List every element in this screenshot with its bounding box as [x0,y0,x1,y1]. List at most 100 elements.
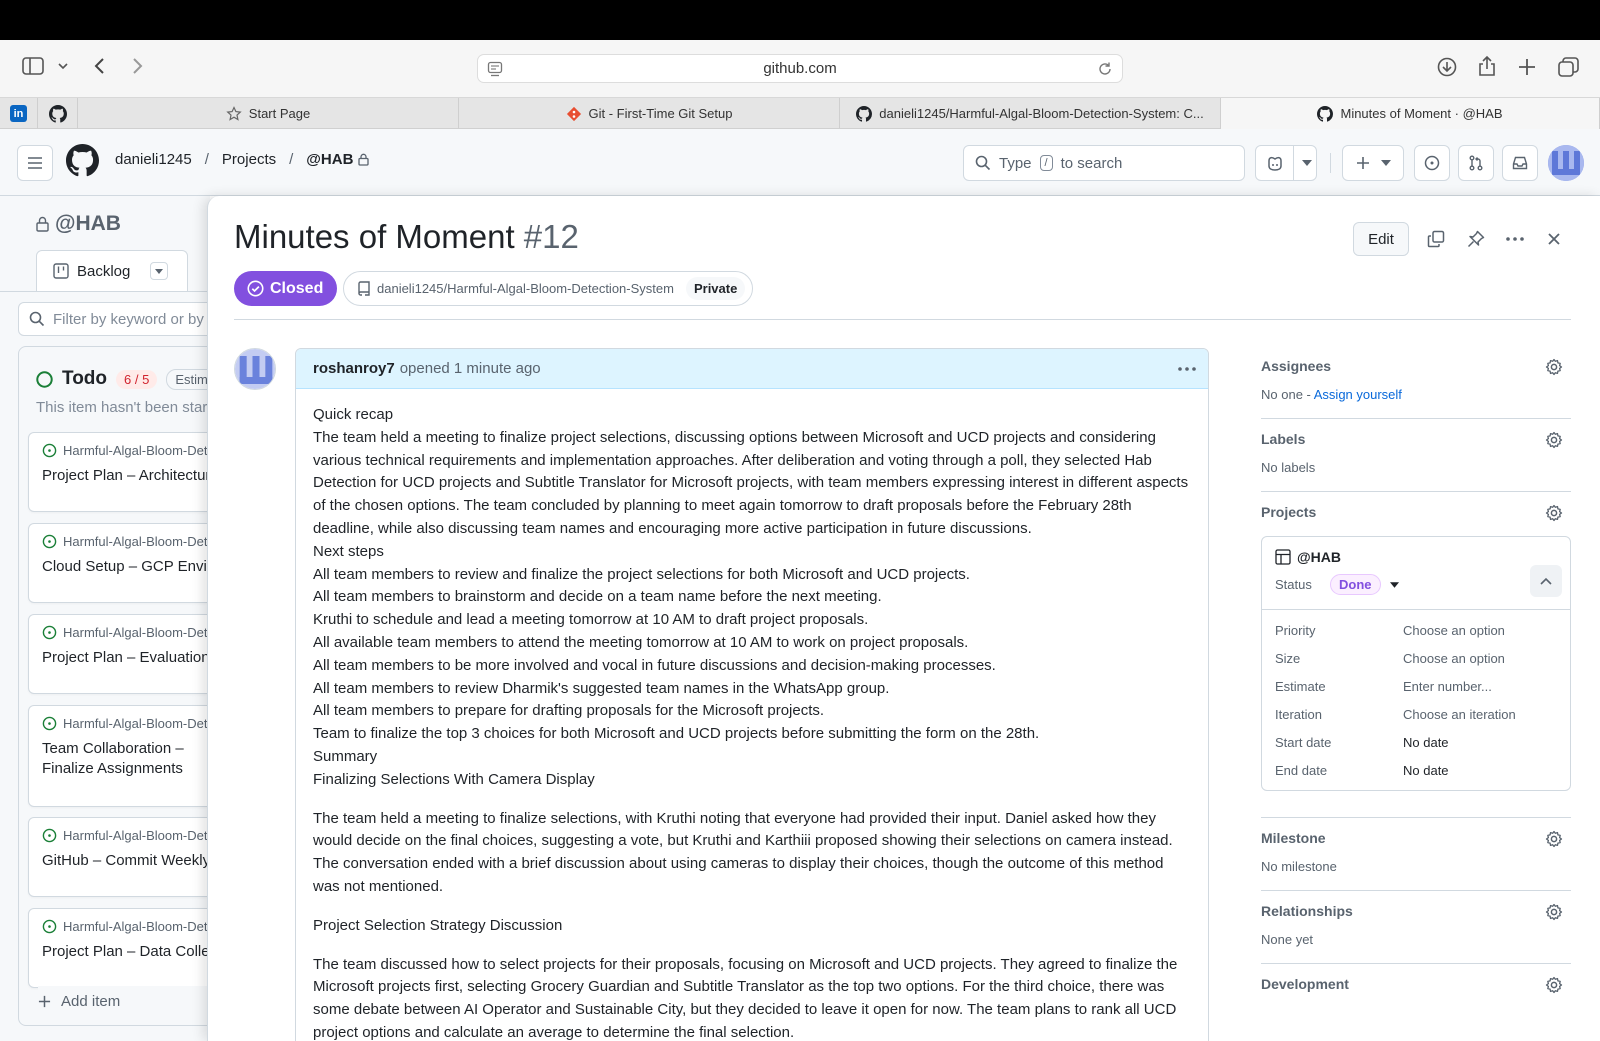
search-slash-key: / [1039,155,1053,171]
labels-section: Labels No labels [1261,419,1571,492]
issue-sidebar: Assignees No one - Assign yourself Label… [1261,346,1571,1008]
body-line: Quick recap [313,406,394,423]
board-card[interactable]: Harmful-Algal-Bloom-Detection-System Tea… [28,705,228,807]
search-icon [29,311,45,327]
field-size[interactable]: Size Choose an option [1262,644,1570,672]
breadcrumb-separator: / [204,151,209,168]
pin-button[interactable] [1459,222,1493,256]
field-key: Iteration [1275,706,1322,722]
triangle-down-icon[interactable] [1389,581,1399,588]
copy-link-button[interactable] [1419,222,1453,256]
inbox-button[interactable] [1502,145,1538,181]
copilot-button[interactable] [1255,145,1317,181]
card-title[interactable]: Team Collaboration – Finalize Assignment… [42,739,207,779]
gear-icon[interactable] [1545,431,1563,449]
field-iteration[interactable]: Iteration Choose an iteration [1262,700,1570,728]
menu-button[interactable] [17,145,53,181]
status-badge[interactable]: Done [1330,574,1381,595]
tab-git-setup[interactable]: Git - First-Time Git Setup [459,98,840,129]
tab-minutes-of-moment[interactable]: Minutes of Moment · @HAB [1221,98,1600,129]
site-settings-icon[interactable] [487,61,503,77]
menu-bar [0,0,1600,40]
board-card[interactable]: Harmful-Algal-Bloom-Detection-System Pro… [28,432,228,512]
issue-number: #12 [523,218,579,255]
gear-icon[interactable] [1545,358,1563,376]
issue-state-badge: Closed [234,271,338,306]
field-start-date[interactable]: Start date No date [1262,728,1570,756]
assign-yourself-link[interactable]: Assign yourself [1314,387,1402,402]
pinned-tab-github[interactable] [38,98,78,129]
card-repo: Harmful-Algal-Bloom-Detection-System [63,534,228,549]
gear-icon[interactable] [1545,830,1563,848]
repo-badge[interactable]: danieli1245/Harmful-Algal-Bloom-Detectio… [343,271,754,306]
collapse-button[interactable] [1530,565,1562,597]
card-repo: Harmful-Algal-Bloom-Detection-System [63,919,228,934]
download-icon[interactable] [1437,57,1457,77]
board-card[interactable]: Harmful-Algal-Bloom-Detection-System Pro… [28,908,228,988]
body-line: Finalizing Selections With Camera Displa… [313,770,595,788]
issues-button[interactable] [1414,145,1450,181]
new-tab-icon[interactable] [1518,58,1536,76]
breadcrumb-projects[interactable]: Projects [222,151,276,168]
copy-icon [1427,230,1445,248]
kebab-horizontal-icon [1506,237,1524,241]
author-avatar[interactable] [234,348,276,390]
reload-icon[interactable] [1097,61,1113,77]
card-title[interactable]: Project Plan – Evaluation [42,648,214,668]
comment-menu-icon[interactable] [1178,367,1196,371]
card-repo: Harmful-Algal-Bloom-Detection-System [63,443,228,458]
tab-start-page[interactable]: Start Page [78,98,459,129]
status-row: Status Done [1262,565,1570,610]
project-name[interactable]: @HAB [1297,549,1341,565]
field-end-date[interactable]: End date No date [1262,756,1570,784]
lock-icon [358,153,370,166]
board-card[interactable]: Harmful-Algal-Bloom-Detection-System Clo… [28,523,228,603]
edit-button[interactable]: Edit [1353,222,1409,256]
gear-icon[interactable] [1545,976,1563,994]
body-line: All team members to prepare for drafting… [313,702,825,720]
address-bar[interactable]: github.com [477,54,1123,83]
avatar[interactable] [1548,145,1584,181]
field-value: Enter number... [1403,678,1492,694]
gear-icon[interactable] [1545,504,1563,522]
view-tab-menu-icon[interactable] [150,262,169,280]
search-input[interactable]: Type / to search [963,145,1245,181]
board-card[interactable]: Harmful-Algal-Bloom-Detection-System Pro… [28,614,228,694]
triangle-down-icon[interactable] [1302,160,1312,166]
comment-author[interactable]: roshanroy7 [313,360,395,377]
more-options-button[interactable] [1498,222,1532,256]
chevron-down-icon[interactable] [58,62,68,70]
issue-side-panel: Minutes of Moment #12 Closed danieli1245… [207,196,1600,1041]
add-item-button[interactable]: Add item [38,986,208,1016]
gear-icon[interactable] [1545,903,1563,921]
pinned-tab-linkedin[interactable]: in [0,98,38,129]
issue-state-label: Closed [270,279,324,297]
card-title[interactable]: Project Plan – Architecture [42,466,219,486]
tab-github-repo[interactable]: danieli1245/Harmful-Algal-Bloom-Detectio… [840,98,1221,129]
forward-icon[interactable] [132,57,144,75]
body-line: Next steps [313,542,384,560]
github-logo-icon[interactable] [66,144,99,177]
back-icon[interactable] [93,57,105,75]
pin-icon [1467,230,1485,248]
breadcrumb-project[interactable]: @HAB [306,151,353,168]
sidebar-toggle-icon[interactable] [22,57,44,75]
close-button[interactable] [1537,222,1571,256]
field-estimate[interactable]: Estimate Enter number... [1262,672,1570,700]
development-section: Development [1261,964,1571,1008]
breadcrumb-owner[interactable]: danieli1245 [115,151,192,168]
pull-requests-button[interactable] [1458,145,1494,181]
tab-overview-icon[interactable] [1558,57,1579,77]
view-tab-backlog[interactable]: Backlog [36,250,188,291]
table-icon [1275,549,1291,565]
field-priority[interactable]: Priority Choose an option [1262,616,1570,644]
card-title[interactable]: Project Plan – Data Collection [42,942,227,962]
card-title[interactable]: GitHub – Commit Weekly [42,851,214,871]
card-title[interactable]: Cloud Setup – GCP Environment [42,557,227,577]
projects-heading: Projects [1261,504,1317,520]
share-icon[interactable] [1478,55,1496,77]
card-repo: Harmful-Algal-Bloom-Detection-System [63,716,228,731]
labels-value: No labels [1261,460,1316,475]
create-new-button[interactable] [1342,145,1404,181]
board-card[interactable]: Harmful-Algal-Bloom-Detection-System Git… [28,817,228,897]
